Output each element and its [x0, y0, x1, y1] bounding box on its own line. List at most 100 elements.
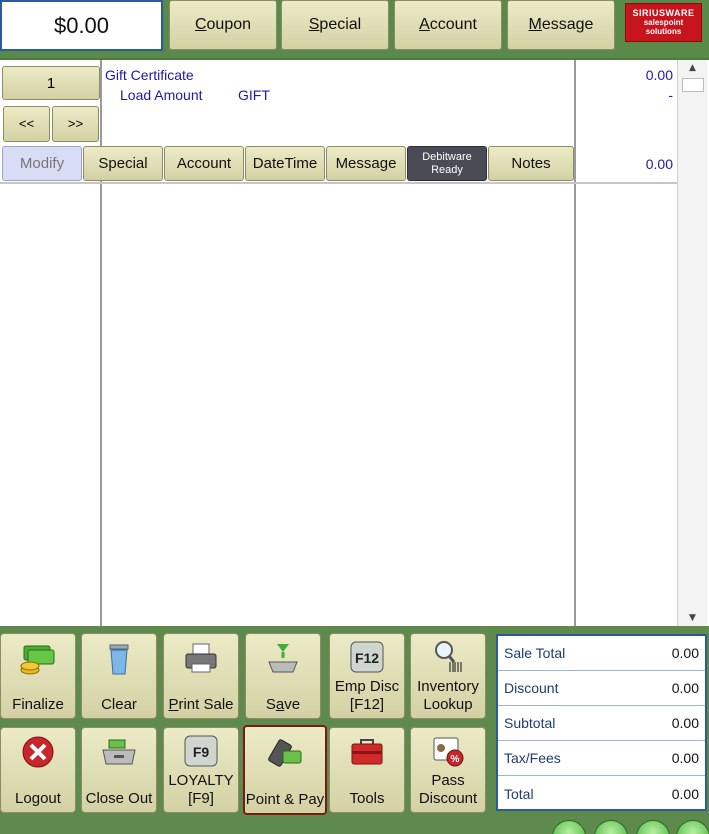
- point-and-pay-button[interactable]: Point & Pay: [243, 725, 327, 815]
- datetime-button[interactable]: DateTime: [245, 146, 325, 181]
- pass-discount-icon: %: [428, 732, 468, 770]
- inventory-label: Inventory: [417, 678, 479, 695]
- print-sale-hotkey: P: [168, 696, 179, 713]
- pass-discount-button[interactable]: % Pass Discount: [410, 727, 486, 813]
- inventory-lookup-button[interactable]: Inventory Lookup: [410, 633, 486, 719]
- tools-button[interactable]: Tools: [329, 727, 405, 813]
- svg-text:%: %: [451, 754, 460, 765]
- vertical-scrollbar[interactable]: ▲ ▼: [677, 60, 707, 626]
- cash-drawer-icon: [99, 734, 139, 772]
- totals-panel: Sale Total 0.00 Discount 0.00 Subtotal 0.00…: [496, 634, 707, 811]
- save-label: Save: [266, 696, 300, 714]
- card-payment-icon: [265, 733, 305, 771]
- price-column: [574, 60, 677, 626]
- coupon-button[interactable]: Coupon: [169, 0, 277, 50]
- item-account-button[interactable]: Account: [164, 146, 244, 181]
- logo-sub-2: solutions: [645, 27, 682, 36]
- tools-label: Tools: [349, 790, 385, 807]
- item-name[interactable]: Gift Certificate: [105, 67, 194, 83]
- loyalty-key: [F9]: [188, 790, 214, 807]
- total-row: Total 0.00: [498, 776, 705, 811]
- print-sale-label: Print Sale: [168, 696, 233, 714]
- item-code: GIFT: [238, 87, 270, 103]
- f12-key-icon: F12: [347, 638, 387, 676]
- loyalty-label: LOYALTY: [168, 772, 234, 789]
- clear-button[interactable]: Clear: [81, 633, 157, 719]
- subtotal-label: Subtotal: [504, 715, 556, 731]
- emp-disc-label: Emp Disc: [334, 678, 400, 695]
- message-label: essage: [541, 16, 594, 33]
- print-sale-text: rint Sale: [178, 696, 234, 713]
- money-icon: [18, 640, 58, 678]
- discount-row: Discount 0.00: [498, 671, 705, 706]
- logout-label: Logout: [15, 790, 61, 807]
- point-and-pay-label: Point & Pay: [245, 791, 325, 808]
- loyalty-button[interactable]: F9 LOYALTY [F9]: [163, 727, 239, 813]
- modify-button[interactable]: Modify: [2, 146, 82, 181]
- transaction-panel: 1 << >> Gift Certificate Load Amount GIF…: [0, 58, 709, 626]
- item-subline: Load Amount: [120, 87, 203, 103]
- sale-total-value: 0.00: [671, 645, 699, 661]
- save-text-2: ve: [284, 696, 301, 713]
- close-out-button[interactable]: Close Out: [81, 727, 157, 813]
- printer-icon: [181, 640, 221, 678]
- print-sale-button[interactable]: Print Sale: [163, 633, 239, 719]
- next-item-button[interactable]: >>: [52, 106, 99, 142]
- account-hotkey: A: [419, 16, 430, 33]
- debitware-status: Debitware Ready: [407, 146, 487, 181]
- account-button[interactable]: Account: [394, 0, 502, 50]
- save-button[interactable]: Save: [245, 633, 321, 719]
- line-total: 0.00: [645, 156, 673, 172]
- logo-text: SIRIUSWARE: [632, 8, 695, 18]
- left-column: [0, 60, 102, 626]
- scroll-down-icon[interactable]: ▼: [678, 610, 707, 626]
- discount-value: 0.00: [671, 680, 699, 696]
- scroll-thumb[interactable]: [682, 78, 704, 92]
- save-text-1: S: [265, 696, 276, 713]
- prev-item-button[interactable]: <<: [3, 106, 50, 142]
- function-panel: Finalize Clear Print Sale Save F12 Emp D…: [0, 626, 709, 834]
- trash-icon: [99, 640, 139, 678]
- lookup-label: Lookup: [423, 696, 473, 713]
- item-special-button[interactable]: Special: [83, 146, 163, 181]
- emp-disc-button[interactable]: F12 Emp Disc [F12]: [329, 633, 405, 719]
- subtotal-row: Subtotal 0.00: [498, 706, 705, 741]
- sale-total-row: Sale Total 0.00: [498, 636, 705, 671]
- save-hotkey: a: [275, 696, 285, 713]
- item-message-button[interactable]: Message: [326, 146, 406, 181]
- header-divider: [0, 182, 677, 184]
- emp-disc-key: [F12]: [349, 696, 385, 713]
- f9-icon-text: F9: [193, 744, 210, 760]
- account-label: ccount: [429, 16, 477, 33]
- sale-total-label: Sale Total: [504, 645, 566, 661]
- special-label: pecial: [319, 16, 362, 33]
- finalize-label: Finalize: [12, 696, 64, 713]
- toolbox-icon: [347, 734, 387, 772]
- item-price-dash: -: [668, 87, 673, 103]
- special-hotkey: S: [308, 16, 320, 33]
- logo-sub-1: salespoint: [643, 18, 684, 27]
- siriusware-logo: SIRIUSWARE salespoint solutions: [625, 3, 702, 42]
- message-button[interactable]: Message: [507, 0, 615, 50]
- quantity-button[interactable]: 1: [2, 66, 100, 100]
- discount-total-label: Discount: [504, 680, 559, 696]
- subtotal-value: 0.00: [671, 715, 699, 731]
- logout-x-icon: [18, 734, 58, 772]
- special-button[interactable]: Special: [281, 0, 389, 50]
- debitware-label: Debitware: [422, 150, 472, 163]
- scroll-up-icon[interactable]: ▲: [678, 60, 707, 76]
- debitware-state: Ready: [431, 163, 463, 176]
- barcode-search-icon: [428, 638, 468, 676]
- coupon-hotkey: C: [194, 16, 207, 33]
- f9-key-icon: F9: [181, 732, 221, 770]
- notes-button[interactable]: Notes: [488, 146, 574, 181]
- finalize-button[interactable]: Finalize: [0, 633, 76, 719]
- tax-fees-label: Tax/Fees: [504, 750, 561, 766]
- coupon-label: oupon: [206, 16, 252, 33]
- top-toolbar: $0.00 Coupon Special Account Message SIR…: [0, 0, 709, 58]
- discount-label: Discount: [418, 790, 478, 807]
- logout-button[interactable]: Logout: [0, 727, 76, 813]
- message-hotkey: M: [528, 16, 542, 33]
- clear-label: Clear: [101, 696, 137, 713]
- tax-fees-value: 0.00: [671, 750, 699, 766]
